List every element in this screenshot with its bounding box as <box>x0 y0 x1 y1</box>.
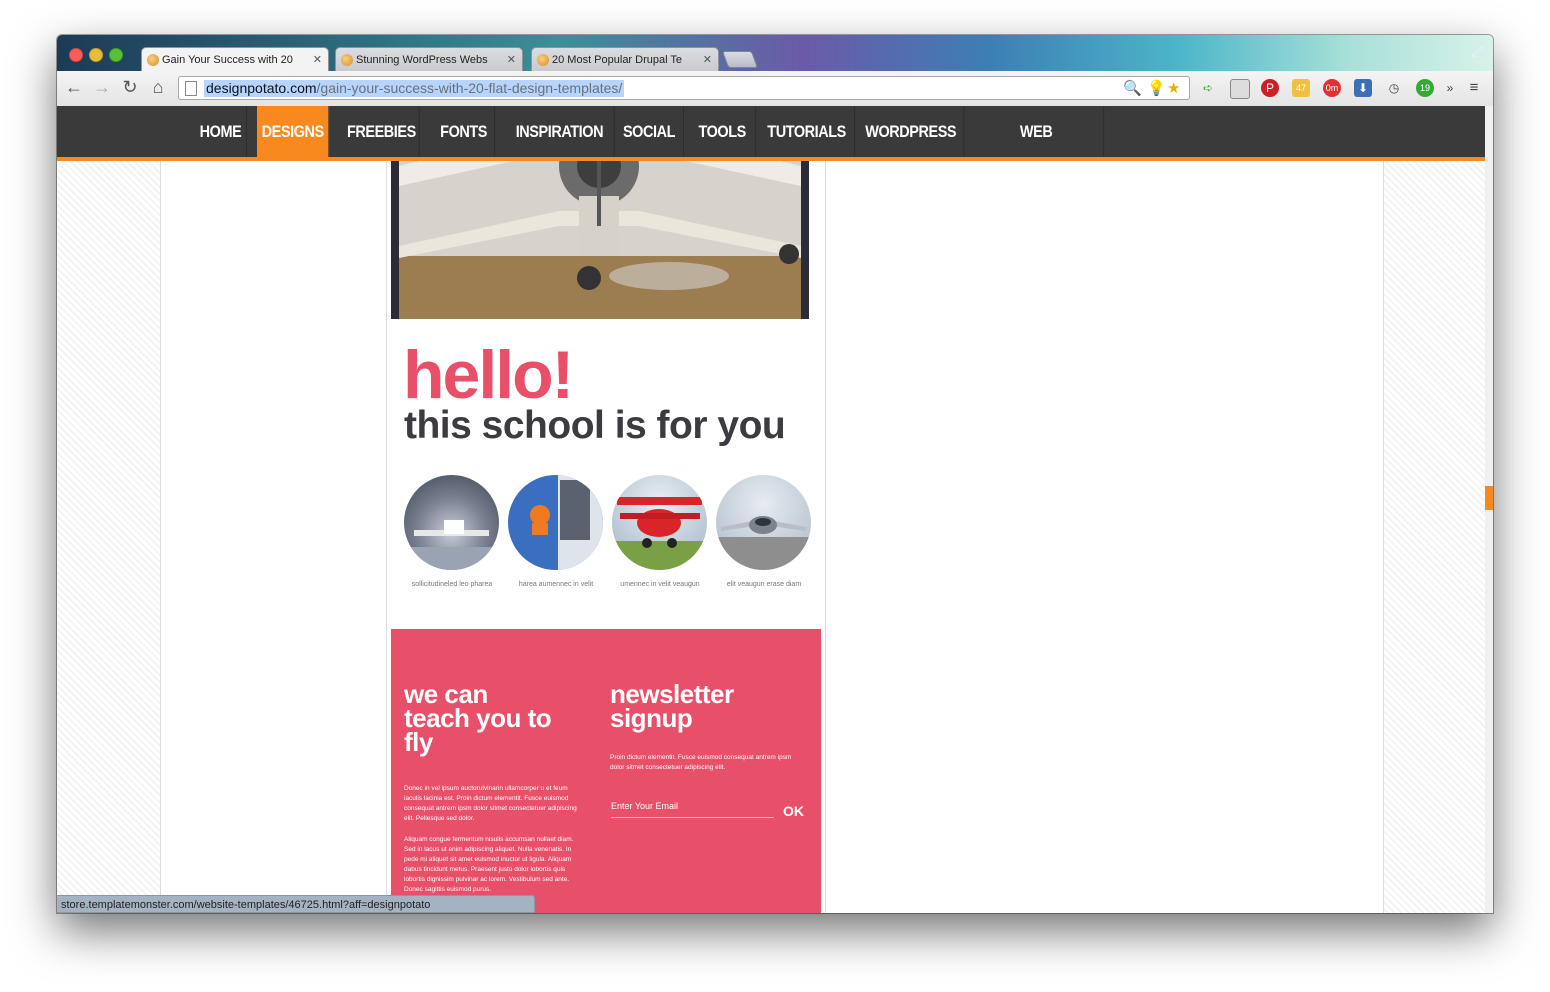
newsletter-text: Proin dictum elementit. Fusce euismod co… <box>610 754 792 771</box>
timer-badge: 0m <box>1325 83 1339 93</box>
window-extension-icon[interactable] <box>1230 79 1250 99</box>
tab-close-icon[interactable]: ✕ <box>313 48 322 71</box>
teach-heading: we can teach you to fly <box>404 679 552 757</box>
hangar-photo <box>404 475 499 570</box>
jet-photo <box>716 475 811 570</box>
browser-window: Gain Your Success with 20 ✕ Stunning Wor… <box>57 35 1493 913</box>
caption-4: elit veaugun erase diam <box>726 581 802 588</box>
new-tab-button[interactable] <box>721 51 759 68</box>
download-icon[interactable]: ⬇ <box>1354 79 1372 97</box>
nav-wordpress[interactable]: WORDPRESS <box>858 106 965 157</box>
mail-badge: 19 <box>1419 83 1430 93</box>
tab-3[interactable]: 20 Most Popular Drupal Te ✕ <box>531 47 719 71</box>
caption-1: sollicitudineled leo pharea <box>411 581 493 588</box>
fullscreen-icon[interactable]: ⤢ <box>1472 43 1483 60</box>
favicon-icon <box>537 54 549 66</box>
send-extension-icon[interactable]: ➪ <box>1199 79 1217 97</box>
email-input[interactable]: Enter Your Email <box>611 801 678 811</box>
favicon-icon <box>147 54 159 66</box>
lightbulb-icon[interactable]: 💡 <box>1147 79 1166 97</box>
hello-heading: hello! <box>403 337 574 413</box>
caption-3: umennec in velit veaugun <box>620 581 700 588</box>
nav-tutorials[interactable]: TUTORIALS <box>759 106 856 157</box>
forward-button[interactable]: → <box>91 77 113 98</box>
caption-2: harea aumennec in velit <box>518 581 594 588</box>
tab-title: Gain Your Success with 20 <box>162 54 293 66</box>
minimize-window-button[interactable] <box>89 48 103 62</box>
mail-icon[interactable]: 19 <box>1416 79 1434 97</box>
skydiver-photo <box>508 475 603 570</box>
browser-toolbar: ← → ↻ ⌂ designpotato.com/gain-your-succe… <box>57 71 1493 107</box>
email-underline <box>611 817 774 818</box>
weather-icon[interactable]: 47 <box>1292 79 1310 97</box>
tab-2[interactable]: Stunning WordPress Webs ✕ <box>335 47 523 71</box>
pinterest-icon[interactable]: P <box>1261 79 1279 97</box>
nav-freebies[interactable]: FREEBIES <box>344 106 420 157</box>
search-icon[interactable]: 🔍 <box>1123 79 1142 97</box>
tab-title: 20 Most Popular Drupal Te <box>552 54 683 66</box>
bookmark-star-icon[interactable]: ★ <box>1167 79 1180 97</box>
newsletter-heading: newsletter signup <box>610 679 734 733</box>
nav-tools[interactable]: TOOLS <box>689 106 757 157</box>
weather-badge: 47 <box>1295 83 1306 93</box>
content-column: hello! this school is for you sollicitud… <box>160 106 1384 913</box>
close-window-button[interactable] <box>69 48 83 62</box>
ok-button[interactable]: OK <box>783 803 804 819</box>
template-preview[interactable]: hello! this school is for you sollicitud… <box>386 106 826 913</box>
teach-text-1: Donec in vel ipsum auctorulvinarin ullam… <box>404 785 577 822</box>
reload-button[interactable]: ↻ <box>119 77 141 98</box>
webpage: hello! this school is for you sollicitud… <box>57 106 1485 913</box>
tab-title: Stunning WordPress Webs <box>356 54 488 66</box>
nav-designs[interactable]: DESIGNS <box>257 106 330 157</box>
address-bar[interactable]: designpotato.com/gain-your-success-with-… <box>178 76 1190 100</box>
nav-inspiration[interactable]: INSPIRATION <box>505 106 615 157</box>
back-button[interactable]: ← <box>63 77 85 98</box>
nav-fonts[interactable]: FONTS <box>433 106 496 157</box>
url-text[interactable]: designpotato.com/gain-your-success-with-… <box>204 80 625 97</box>
nav-social[interactable]: SOCIAL <box>615 106 684 157</box>
tagline-heading: this school is for you <box>404 404 786 447</box>
tab-close-icon[interactable]: ✕ <box>703 48 712 71</box>
tab-bar: Gain Your Success with 20 ✕ Stunning Wor… <box>57 35 1493 71</box>
tab-active[interactable]: Gain Your Success with 20 ✕ <box>141 47 329 71</box>
home-button[interactable]: ⌂ <box>147 77 169 98</box>
menu-icon[interactable]: ≡ <box>1465 79 1483 97</box>
nav-web-development[interactable]: WEB DEVELOPMENT <box>969 106 1105 192</box>
clock-icon[interactable]: ◷ <box>1385 79 1403 97</box>
timer-icon[interactable]: 0m <box>1323 79 1341 97</box>
zoom-window-button[interactable] <box>109 48 123 62</box>
teach-text-2: Aliquam congue fermentum nisulis accumsa… <box>404 836 574 893</box>
scrollbar-thumb[interactable] <box>1485 486 1493 510</box>
signup-section: we can teach you to fly Donec in vel ips… <box>391 629 821 913</box>
status-bar: store.templatemonster.com/website-templa… <box>57 895 535 913</box>
nav-home[interactable]: HOME <box>195 106 247 157</box>
site-navbar: HOME DESIGNS FREEBIES FONTS INSPIRATION … <box>57 106 1485 192</box>
favicon-icon <box>341 54 353 66</box>
more-extensions-icon[interactable]: » <box>1441 79 1459 97</box>
page-icon <box>185 81 197 96</box>
tab-close-icon[interactable]: ✕ <box>507 48 516 71</box>
red-plane-photo <box>612 475 707 570</box>
